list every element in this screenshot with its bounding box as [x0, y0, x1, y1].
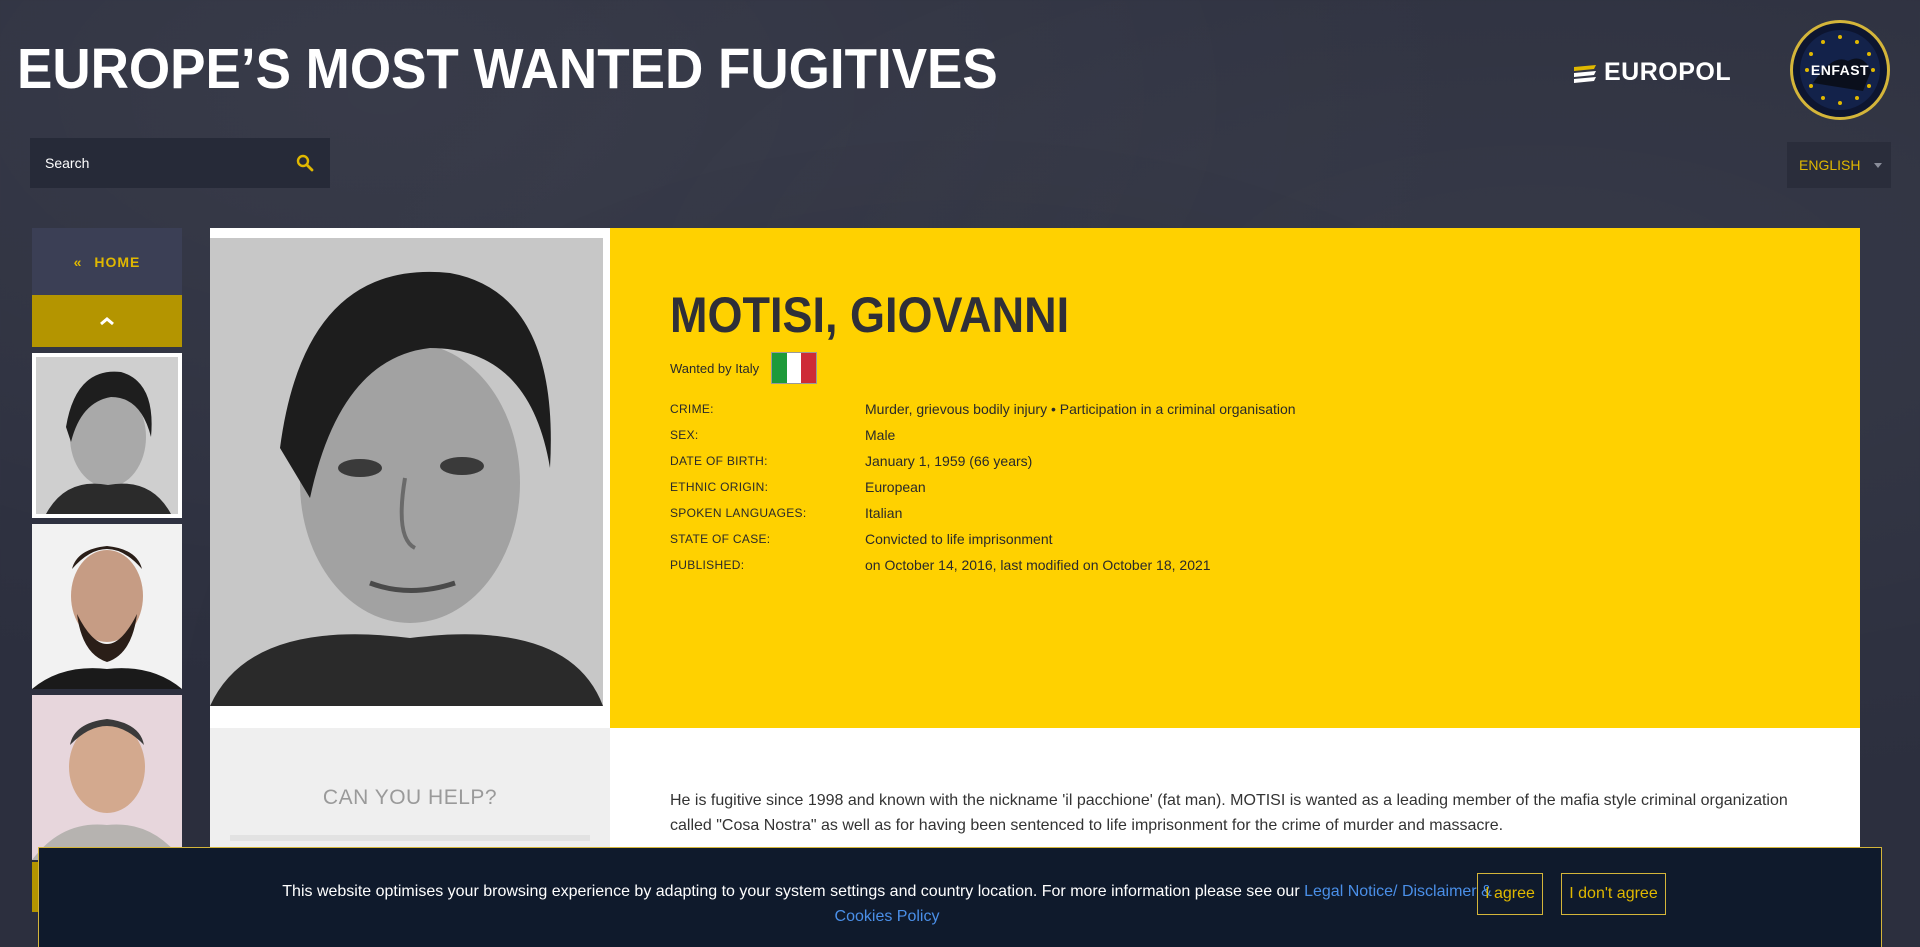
wanted-by-text: Wanted by Italy	[670, 360, 760, 376]
cookie-message: This website optimises your browsing exp…	[282, 883, 1305, 900]
detail-label: SEX:	[670, 428, 699, 442]
detail-value: Male	[865, 427, 896, 443]
detail-row-state-of-case: STATE OF CASE: Convicted to life impriso…	[670, 526, 1860, 552]
fugitive-portrait-thumbnail	[32, 524, 182, 689]
detail-label: DATE OF BIRTH:	[670, 454, 768, 468]
fugitive-portrait-photo	[210, 238, 603, 706]
help-divider	[230, 835, 590, 841]
search-input[interactable]	[45, 155, 295, 171]
fugitive-thumbnail-3[interactable]	[32, 695, 182, 860]
scroll-up-button[interactable]	[32, 295, 182, 347]
detail-value: Convicted to life imprisonment	[865, 531, 1053, 547]
fugitive-portrait-thumbnail	[36, 357, 178, 514]
search-icon[interactable]	[295, 153, 315, 173]
fugitive-name: MOTISI, GIOVANNI	[670, 287, 1070, 343]
disagree-button[interactable]: I don't agree	[1561, 873, 1666, 915]
chevron-up-icon	[100, 317, 114, 326]
home-button[interactable]: « HOME	[32, 228, 182, 295]
chevron-down-icon	[1874, 162, 1883, 168]
enfast-badge-text: ENFAST	[1810, 62, 1870, 78]
fugitive-photo	[210, 228, 610, 728]
fugitive-thumbnail-2[interactable]	[32, 524, 182, 689]
detail-label: CRIME:	[670, 402, 714, 416]
europol-mark-icon	[1574, 64, 1596, 83]
sidebar: « HOME	[32, 228, 182, 860]
fugitive-description: He is fugitive since 1998 and known with…	[670, 792, 1788, 834]
enfast-badge[interactable]: ENFAST	[1790, 20, 1890, 120]
detail-row-spoken-languages: SPOKEN LANGUAGES: Italian	[670, 500, 1860, 526]
detail-label: STATE OF CASE:	[670, 532, 771, 546]
wanted-by-row: Wanted by Italy	[670, 352, 1860, 384]
double-chevron-left-icon: «	[73, 253, 83, 270]
fugitive-thumbnail-1[interactable]	[32, 353, 182, 518]
language-select[interactable]: ENGLISH	[1787, 142, 1891, 188]
page-title: EUROPE’S MOST WANTED FUGITIVES	[17, 37, 998, 101]
detail-label: PUBLISHED:	[670, 558, 745, 572]
detail-value: January 1, 1959 (66 years)	[865, 453, 1033, 469]
detail-row-ethnic-origin: ETHNIC ORIGIN: European	[670, 474, 1860, 500]
fugitive-info-panel: MOTISI, GIOVANNI Wanted by Italy CRIME: …	[610, 228, 1860, 728]
home-label: HOME	[94, 253, 141, 270]
detail-row-sex: SEX: Male	[670, 422, 1860, 448]
cookie-text: This website optimises your browsing exp…	[257, 879, 1517, 929]
detail-value: on October 14, 2016, last modified on Oc…	[865, 557, 1211, 573]
detail-label: ETHNIC ORIGIN:	[670, 480, 769, 494]
cookie-banner: This website optimises your browsing exp…	[38, 847, 1882, 947]
language-selected: ENGLISH	[1799, 157, 1861, 173]
detail-value: Murder, grievous bodily injury • Partici…	[865, 401, 1296, 417]
detail-row-crime: CRIME: Murder, grievous bodily injury • …	[670, 396, 1860, 422]
fugitive-card: MOTISI, GIOVANNI Wanted by Italy CRIME: …	[210, 228, 1860, 947]
detail-value: European	[865, 479, 926, 495]
detail-row-date-of-birth: DATE OF BIRTH: January 1, 1959 (66 years…	[670, 448, 1860, 474]
fugitive-portrait-thumbnail	[32, 695, 182, 860]
fugitive-details: CRIME: Murder, grievous bodily injury • …	[670, 396, 1860, 578]
europol-logo[interactable]: EUROPOL	[1572, 58, 1731, 87]
europol-logo-text: EUROPOL	[1604, 58, 1732, 86]
detail-row-published: PUBLISHED: on October 14, 2016, last mod…	[670, 552, 1860, 578]
search-box	[30, 138, 330, 188]
detail-value: Italian	[865, 505, 903, 521]
agree-button[interactable]: I agree	[1477, 873, 1543, 915]
detail-label: SPOKEN LANGUAGES:	[670, 506, 807, 520]
italy-flag-icon	[771, 352, 818, 384]
help-title: CAN YOU HELP?	[322, 786, 498, 809]
